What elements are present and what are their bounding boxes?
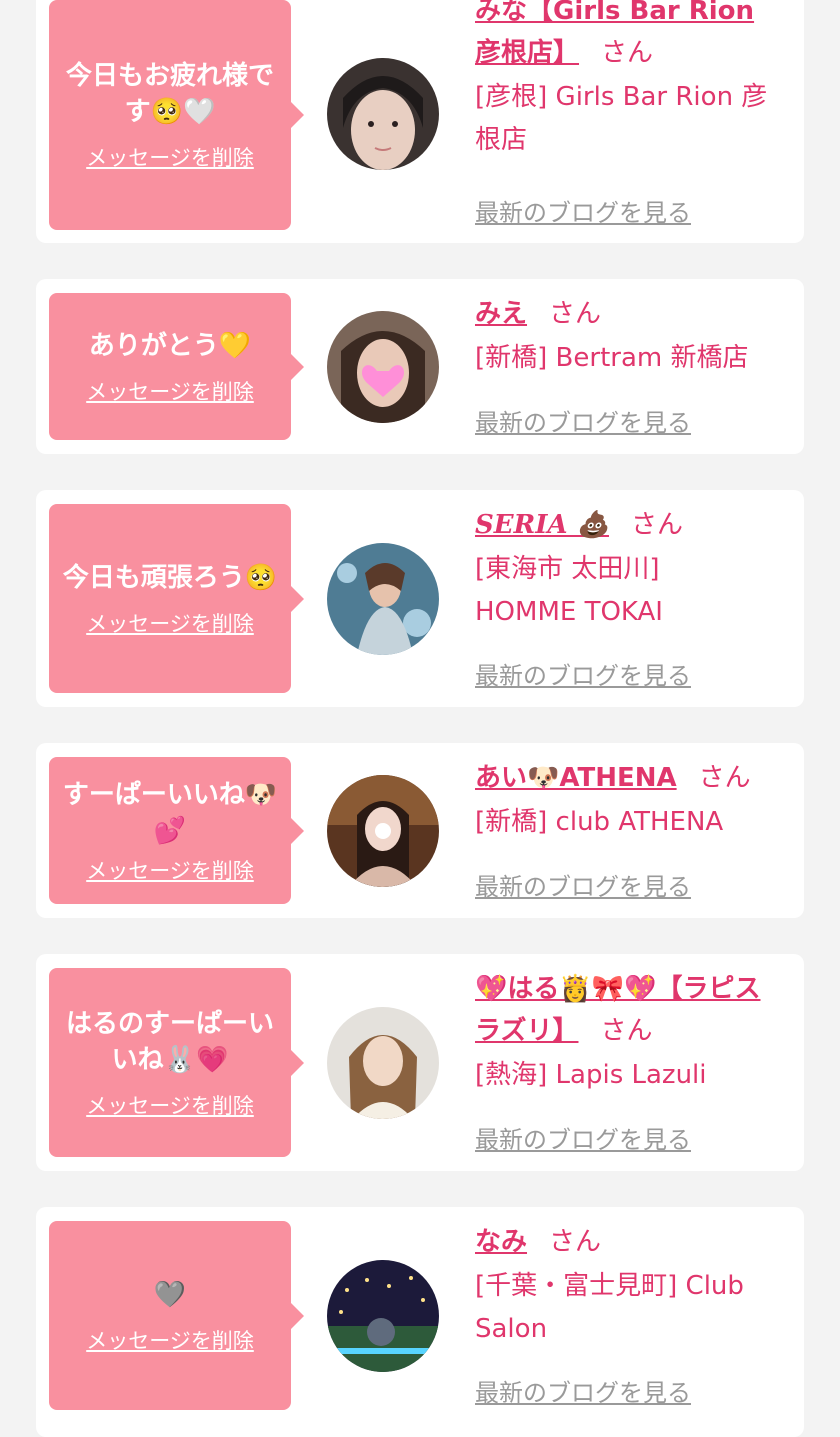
message-text: 今日もお疲れ様です🥺🤍 — [65, 61, 274, 127]
cast-info: あい🐶ATHENA さん [新橋] club ATHENA 最新のブログを見る — [475, 757, 785, 901]
shop-text: [彦根] Girls Bar Rion 彦根店 — [475, 82, 768, 155]
delete-message-link[interactable]: メッセージを削除 — [86, 1325, 254, 1355]
delete-message-link[interactable]: メッセージを削除 — [86, 1090, 254, 1120]
honorific: さん — [698, 763, 751, 793]
cast-info: なみ さん [千葉・富士見町] Club Salon 最新のブログを見る — [475, 1221, 785, 1407]
cast-name-line: 💖はる👸🎀💖【ラピスラズリ】 さん — [475, 968, 775, 1052]
cast-info: みな【Girls Bar Rion 彦根店】 さん [彦根] Girls Bar … — [475, 0, 785, 227]
shop-text: [新橋] club ATHENA — [475, 807, 724, 837]
cast-info: SERIA 💩 さん [東海市 太田川] HOMME TOKAI 最新のブログを見… — [475, 504, 785, 690]
cast-info: 💖はる👸🎀💖【ラピスラズリ】 さん [熱海] Lapis Lazuli 最新のブロ… — [475, 968, 785, 1154]
message-text: ありがとう💛 — [88, 330, 252, 361]
shop-text: [新橋] Bertram 新橋店 — [475, 343, 749, 373]
message-text: すーぱーいいね🐶💕 — [62, 779, 278, 846]
avatar[interactable] — [327, 1007, 439, 1119]
delete-message-link[interactable]: メッセージを削除 — [86, 376, 254, 406]
cast-name-line: みな【Girls Bar Rion 彦根店】 さん — [475, 0, 785, 74]
blog-link[interactable]: 最新のブログを見る — [475, 193, 691, 228]
message-card: すーぱーいいね🐶💕 メッセージを削除 あい🐶ATHENA さん [新橋] club… — [36, 743, 804, 918]
blog-link[interactable]: 最新のブログを見る — [475, 403, 691, 438]
honorific: さん — [601, 38, 654, 68]
message-bubble: 今日もお疲れ様です🥺🤍 メッセージを削除 — [49, 0, 304, 230]
message-card: 🩶 メッセージを削除 なみ さん [千葉・富士見町] Club Salon 最新の… — [36, 1207, 804, 1437]
message-card: 今日もお疲れ様です🥺🤍 メッセージを削除 みな【Girls Bar Rion 彦… — [36, 0, 804, 243]
message-card: はるのすーぱーいいね🐰💗 メッセージを削除 💖はる👸🎀💖【ラピスラズリ】 さん [… — [36, 954, 804, 1171]
message-text: はるのすーぱーいいね🐰💗 — [65, 1008, 274, 1075]
message-bubble: はるのすーぱーいいね🐰💗 メッセージを削除 — [49, 968, 304, 1157]
blog-link[interactable]: 最新のブログを見る — [475, 1120, 691, 1155]
cast-name-line: なみ さん — [475, 1221, 785, 1263]
delete-message-link[interactable]: メッセージを削除 — [86, 608, 254, 638]
cast-name-link[interactable]: SERIA 💩 — [475, 510, 609, 540]
shop-text: [熱海] Lapis Lazuli — [475, 1060, 707, 1090]
message-bubble: 今日も頑張ろう🥺 メッセージを削除 — [49, 504, 304, 693]
delete-message-link[interactable]: メッセージを削除 — [86, 855, 254, 885]
avatar[interactable] — [327, 543, 439, 655]
blog-link[interactable]: 最新のブログを見る — [475, 1373, 691, 1408]
cast-name-link[interactable]: あい🐶ATHENA — [475, 763, 677, 793]
honorific: さん — [549, 1227, 602, 1257]
honorific: さん — [549, 299, 602, 329]
avatar[interactable] — [327, 775, 439, 887]
blog-link[interactable]: 最新のブログを見る — [475, 656, 691, 691]
cast-info: みえ さん [新橋] Bertram 新橋店 最新のブログを見る — [475, 293, 785, 437]
avatar[interactable] — [327, 311, 439, 423]
cast-name-line: みえ さん — [475, 293, 785, 335]
honorific: さん — [600, 1016, 653, 1046]
honorific: さん — [630, 510, 683, 540]
shop-text: [東海市 太田川] HOMME TOKAI — [475, 554, 663, 627]
cast-name-link[interactable]: みえ — [475, 299, 527, 329]
message-card: ありがとう💛 メッセージを削除 みえ さん [新橋] Bertram 新橋店 最新… — [36, 279, 804, 454]
message-card: 今日も頑張ろう🥺 メッセージを削除 SERIA 💩 さん [東海市 太田川] HO… — [36, 490, 804, 707]
blog-link[interactable]: 最新のブログを見る — [475, 867, 691, 902]
message-bubble: 🩶 メッセージを削除 — [49, 1221, 304, 1410]
message-text: 🩶 — [153, 1279, 187, 1310]
avatar[interactable] — [327, 1260, 439, 1372]
message-bubble: ありがとう💛 メッセージを削除 — [49, 293, 304, 440]
cast-name-line: SERIA 💩 さん — [475, 504, 785, 546]
message-text: 今日も頑張ろう🥺 — [62, 562, 278, 593]
shop-text: [千葉・富士見町] Club Salon — [475, 1271, 744, 1344]
cast-name-link[interactable]: なみ — [475, 1227, 527, 1257]
delete-message-link[interactable]: メッセージを削除 — [86, 142, 254, 172]
avatar[interactable] — [327, 58, 439, 170]
cast-name-line: あい🐶ATHENA さん — [475, 757, 785, 799]
message-bubble: すーぱーいいね🐶💕 メッセージを削除 — [49, 757, 304, 904]
